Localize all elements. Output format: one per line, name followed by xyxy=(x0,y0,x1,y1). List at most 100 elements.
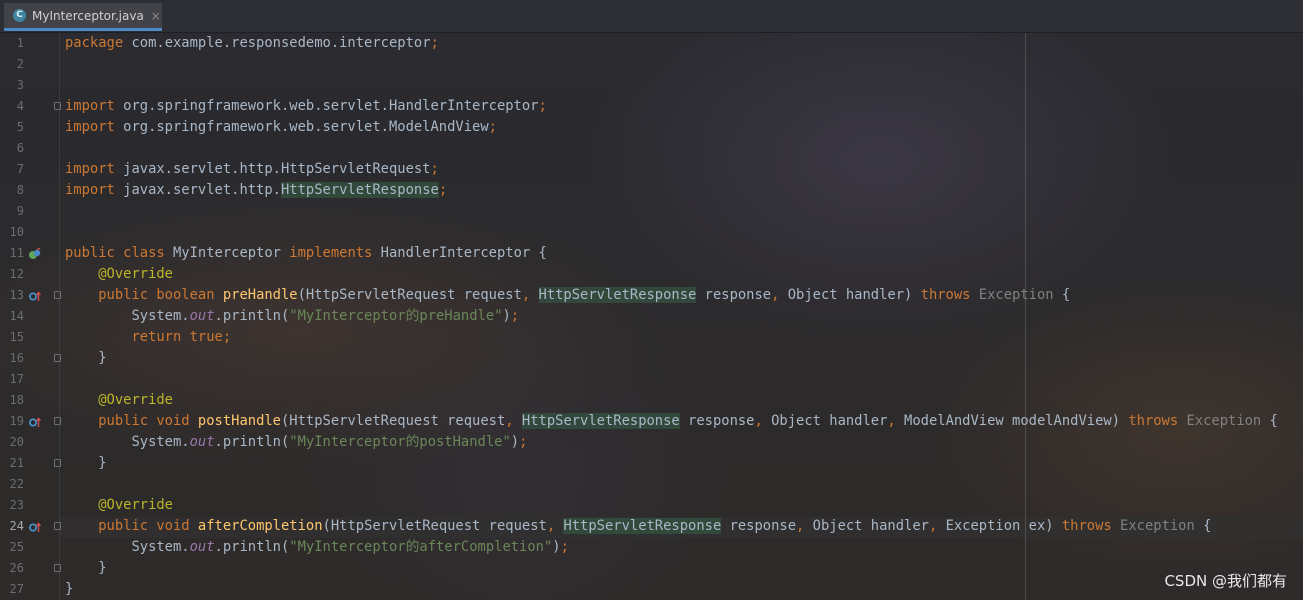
code-token: { xyxy=(1194,518,1212,534)
code-token-hl: HttpServletResponse xyxy=(563,518,722,534)
code-token-str: "MyInterceptor的preHandle" xyxy=(289,308,503,324)
code-token-hl: HttpServletResponse xyxy=(521,413,680,429)
code-line[interactable] xyxy=(65,201,1295,222)
implemented-interface-icon[interactable] xyxy=(28,247,42,260)
gutter-row: 2 xyxy=(0,54,58,75)
code-token-dim: Exception xyxy=(1120,518,1195,534)
code-token-ann: @Override xyxy=(98,392,173,408)
code-line[interactable]: import org.springframework.web.servlet.M… xyxy=(65,117,1295,138)
override-method-icon[interactable] xyxy=(28,415,42,428)
code-token-kw: , xyxy=(521,287,531,303)
code-token: MyInterceptor xyxy=(164,245,290,261)
line-number: 8 xyxy=(16,183,24,197)
code-token-kw: , xyxy=(546,518,556,534)
code-token-kw: , xyxy=(887,413,896,429)
code-line[interactable] xyxy=(65,222,1295,243)
code-line[interactable]: } xyxy=(65,348,1295,369)
code-token-kw: public void xyxy=(98,413,190,429)
tab-filename: MyInterceptor.java xyxy=(32,8,144,23)
code-line[interactable]: @Override xyxy=(65,390,1295,411)
line-number: 5 xyxy=(16,120,24,134)
code-token-kw: ; xyxy=(430,35,439,51)
code-token-kw: , xyxy=(754,413,763,429)
code-token: System. xyxy=(65,308,190,324)
code-token-ann: @Override xyxy=(98,266,173,282)
code-line[interactable] xyxy=(65,75,1295,96)
line-number: 22 xyxy=(9,477,24,491)
line-number-gutter: 1 2 3 4 5 6 7 8 9 10 11 12 13 14 15 16 17 18 19 20 21 22 23 24 2… xyxy=(0,33,61,600)
code-token: (HttpServletRequest request xyxy=(297,287,522,303)
code-line[interactable]: public void postHandle(HttpServletReques… xyxy=(65,411,1295,432)
gutter-row: 4 xyxy=(0,96,61,117)
code-token: ) xyxy=(502,308,511,324)
code-line[interactable]: } xyxy=(65,453,1295,474)
code-token: javax.servlet.http. xyxy=(114,182,281,198)
gutter-row: 3 xyxy=(0,75,58,96)
line-number: 18 xyxy=(9,393,24,407)
code-token: com.example.responsedemo.interceptor xyxy=(123,35,431,51)
code-token-str: "MyInterceptor的postHandle" xyxy=(289,434,511,450)
override-method-icon[interactable] xyxy=(28,520,42,533)
code-line[interactable]: import javax.servlet.http.HttpServletReq… xyxy=(65,159,1295,180)
code-line[interactable]: return true; xyxy=(65,327,1295,348)
code-line[interactable]: import javax.servlet.http.HttpServletRes… xyxy=(65,180,1295,201)
code-token: } xyxy=(65,455,107,471)
code-token-st: out xyxy=(189,539,215,555)
code-line[interactable]: @Override xyxy=(65,264,1295,285)
gutter-row: 1 xyxy=(0,33,58,54)
code-token: HandlerInterceptor { xyxy=(372,245,547,261)
code-token-kw: ; xyxy=(510,308,520,324)
code-token: Exception ex) xyxy=(937,518,1062,534)
code-token-kw: import xyxy=(65,161,115,177)
code-line[interactable]: } xyxy=(65,579,1295,600)
gutter-row: 25 xyxy=(0,537,58,558)
code-editor[interactable]: 1 2 3 4 5 6 7 8 9 10 11 12 13 14 15 16 17 18 19 20 21 22 23 24 2… xyxy=(0,33,1303,600)
line-number: 10 xyxy=(9,225,24,239)
line-number: 19 xyxy=(9,414,24,428)
code-line[interactable]: @Override xyxy=(65,495,1295,516)
code-line[interactable]: System.out.println("MyInterceptor的postHa… xyxy=(65,432,1295,453)
code-token: ) xyxy=(510,434,520,450)
code-line[interactable]: public class MyInterceptor implements Ha… xyxy=(65,243,1295,264)
line-number: 27 xyxy=(9,582,24,596)
code-line[interactable]: System.out.println("MyInterceptor的afterC… xyxy=(65,537,1295,558)
code-token: } xyxy=(65,581,74,597)
code-token-kw: public class xyxy=(65,245,165,261)
tab-myinterceptor-java[interactable]: C MyInterceptor.java × xyxy=(4,3,162,31)
code-token: System. xyxy=(65,434,190,450)
code-line[interactable]: public boolean preHandle(HttpServletRequ… xyxy=(65,285,1295,306)
code-token: org.springframework.web.servlet.ModelAnd… xyxy=(114,119,489,135)
override-method-icon[interactable] xyxy=(28,289,42,302)
ide-window: C MyInterceptor.java × 1 2 3 4 5 6 7 8 9 10 11 12 13… xyxy=(0,0,1303,600)
line-number: 17 xyxy=(9,372,24,386)
line-number: 7 xyxy=(16,162,24,176)
code-line[interactable]: package com.example.responsedemo.interce… xyxy=(65,33,1295,54)
gutter-row: 20 xyxy=(0,432,58,453)
code-token-kw: ; xyxy=(538,98,547,114)
code-line[interactable] xyxy=(65,369,1295,390)
code-line[interactable] xyxy=(65,474,1295,495)
code-token: (HttpServletRequest request xyxy=(281,413,506,429)
code-line[interactable]: } xyxy=(65,558,1295,579)
gutter-row: 14 xyxy=(0,306,58,327)
code-line[interactable] xyxy=(65,138,1295,159)
code-token-fn: postHandle xyxy=(197,413,281,429)
code-line[interactable]: import org.springframework.web.servlet.H… xyxy=(65,96,1295,117)
code-line[interactable] xyxy=(65,54,1295,75)
line-number: 12 xyxy=(9,267,24,281)
gutter-row: 5 xyxy=(0,117,58,138)
gutter-row: 11 xyxy=(0,243,58,264)
close-icon[interactable]: × xyxy=(151,9,161,23)
code-token-dim: Exception xyxy=(1186,413,1262,429)
code-line[interactable]: public void afterCompletion(HttpServletR… xyxy=(65,516,1295,537)
code-line[interactable]: System.out.println("MyInterceptor的preHan… xyxy=(65,306,1295,327)
right-margin-guide xyxy=(1025,33,1026,600)
line-number: 9 xyxy=(16,204,24,218)
code-token-kw: return true; xyxy=(131,329,232,345)
